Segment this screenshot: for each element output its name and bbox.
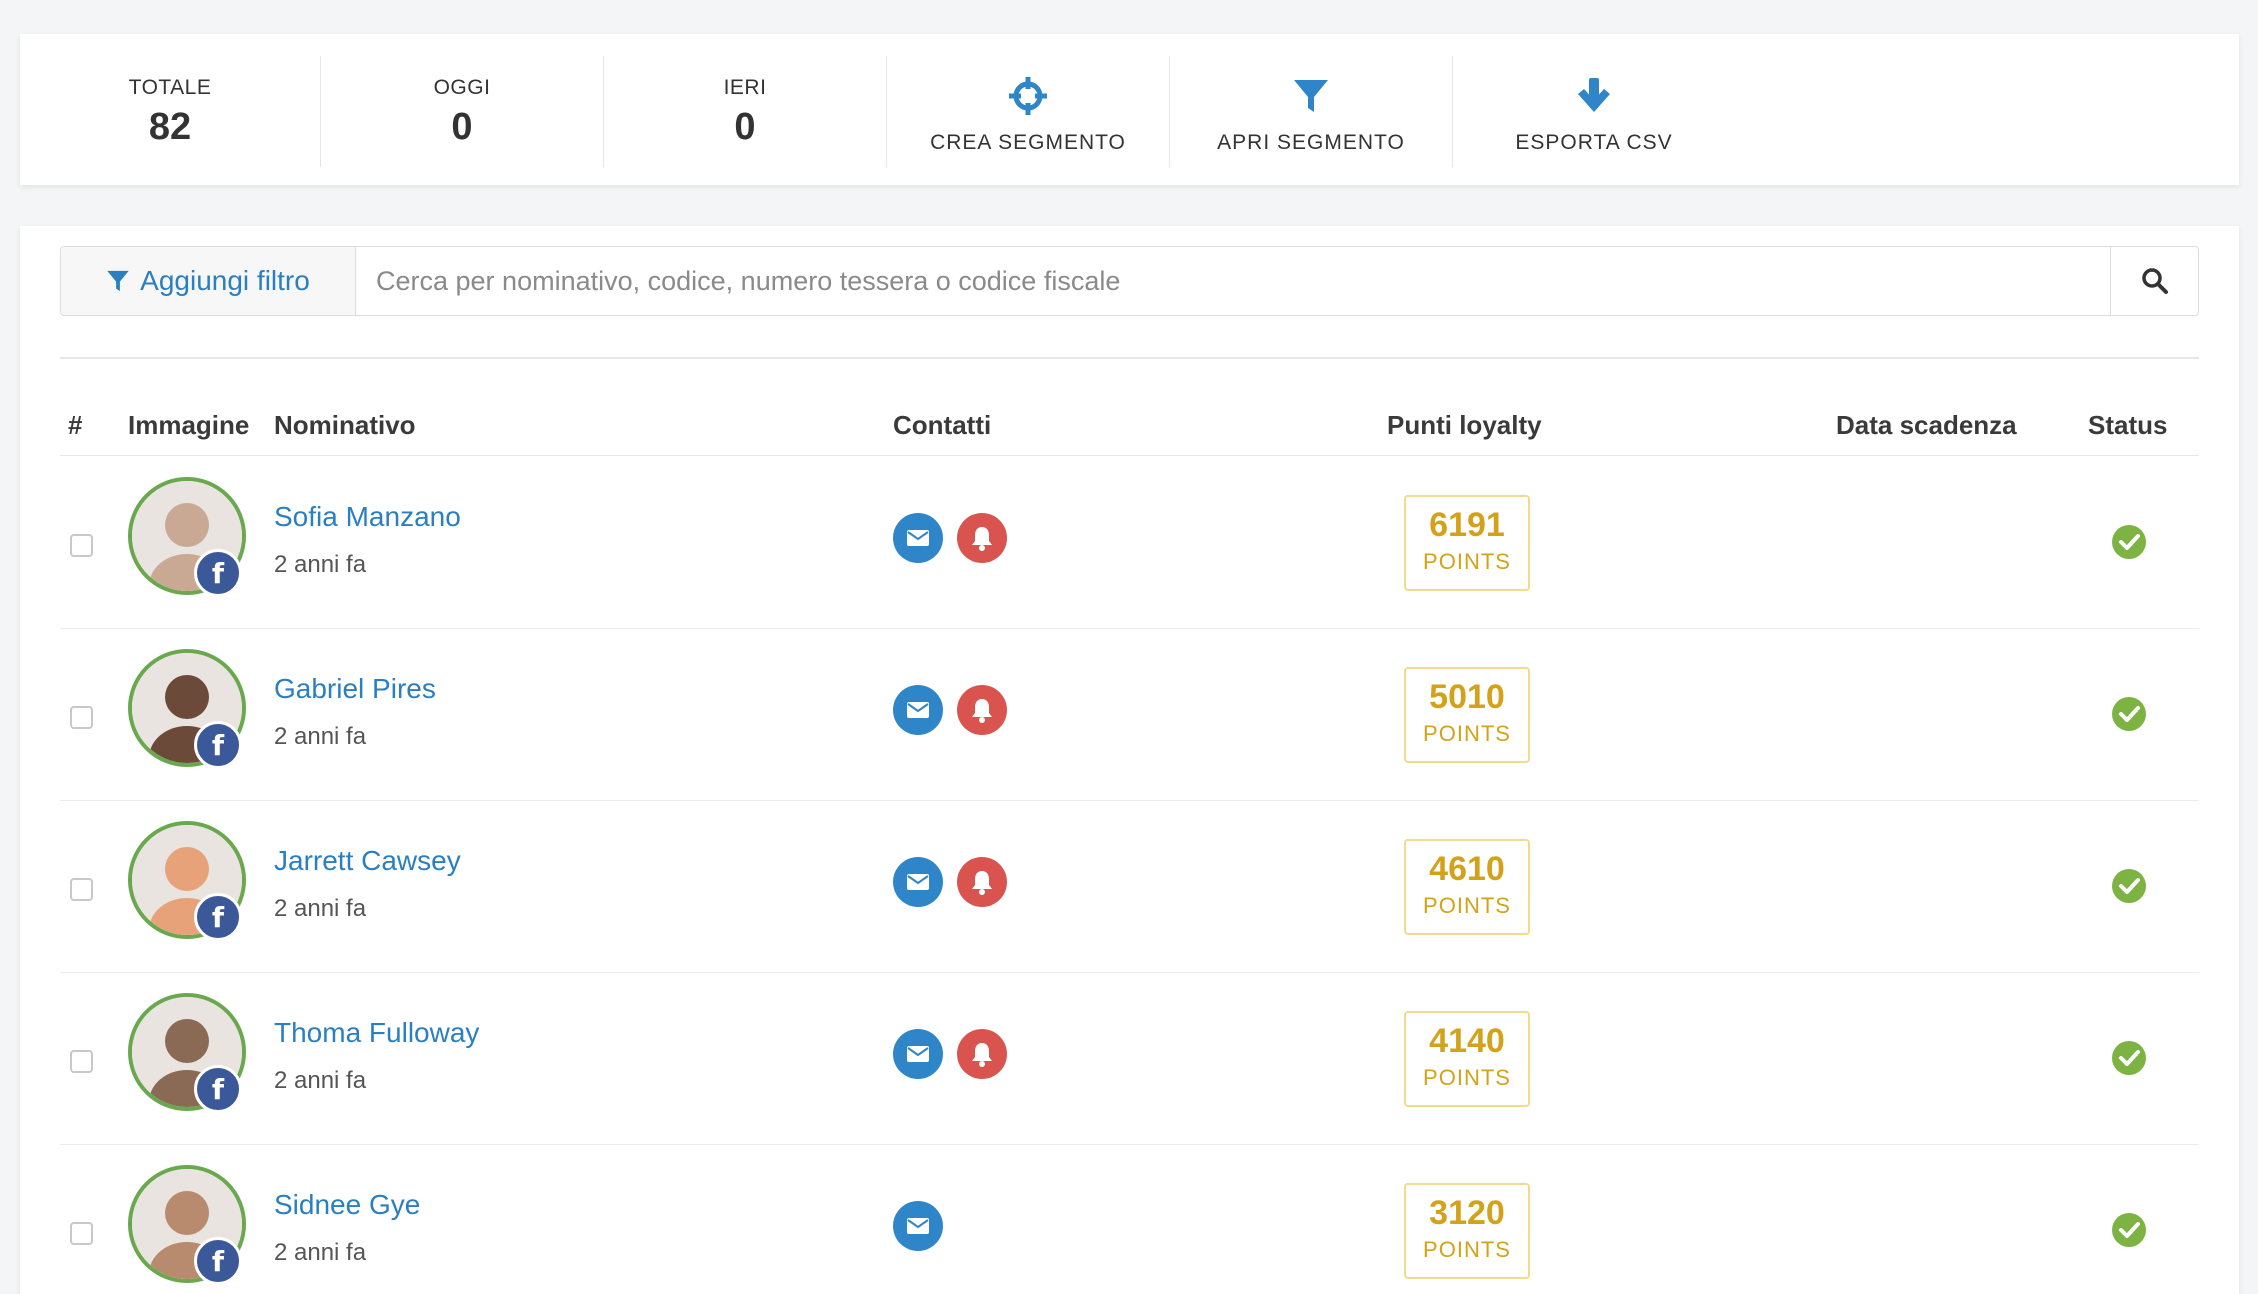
points-label: POINTS: [1423, 893, 1511, 918]
points-badge: 3120 POINTS: [1404, 1183, 1530, 1279]
table-row: f Thoma Fulloway 2 anni fa 4140 POINTS: [60, 973, 2199, 1145]
search-button[interactable]: [2110, 247, 2198, 315]
points-badge: 4610 POINTS: [1404, 839, 1530, 935]
check-circle-icon: [2111, 696, 2147, 737]
facebook-icon: f: [194, 893, 242, 941]
points-label: POINTS: [1423, 721, 1511, 746]
points-value: 4610: [1429, 850, 1505, 888]
divider: [60, 357, 2199, 359]
check-circle-icon: [2111, 524, 2147, 565]
customer-name[interactable]: Sidnee Gye: [274, 1189, 420, 1221]
points-value: 4140: [1429, 1022, 1505, 1060]
table-row: f Jarrett Cawsey 2 anni fa 4610 POINTS: [60, 801, 2199, 973]
points-badge: 4140 POINTS: [1404, 1011, 1530, 1107]
customer-name[interactable]: Jarrett Cawsey: [274, 845, 461, 877]
points-label: POINTS: [1423, 1065, 1511, 1090]
check-circle-icon: [2111, 868, 2147, 909]
points-label: POINTS: [1423, 1237, 1511, 1262]
crosshair-icon: [1008, 73, 1048, 119]
facebook-icon: f: [194, 721, 242, 769]
points-value: 6191: [1429, 506, 1505, 544]
table-row: f Sidnee Gye 2 anni fa 3120 POINTS: [60, 1145, 2199, 1294]
customer-time: 2 anni fa: [274, 723, 367, 750]
bell-icon[interactable]: [957, 513, 1007, 563]
row-checkbox[interactable]: [70, 706, 93, 729]
check-circle-icon: [2111, 1212, 2147, 1253]
row-checkbox[interactable]: [70, 1050, 93, 1073]
customer-time: 2 anni fa: [274, 1067, 367, 1094]
add-filter-label: Aggiungi filtro: [140, 265, 310, 296]
row-checkbox[interactable]: [70, 878, 93, 901]
header-index: #: [68, 410, 83, 440]
stat-label: TOTALE: [128, 76, 212, 99]
search-input[interactable]: [356, 247, 2110, 315]
customer-name[interactable]: Sofia Manzano: [274, 501, 461, 533]
points-value: 5010: [1429, 678, 1505, 716]
customer-time: 2 anni fa: [274, 551, 367, 578]
customer-time: 2 anni fa: [274, 1239, 367, 1266]
mail-icon[interactable]: [893, 1029, 943, 1079]
points-badge: 5010 POINTS: [1404, 667, 1530, 763]
filter-icon: [107, 270, 129, 292]
action-label: ESPORTA CSV: [1515, 130, 1673, 154]
facebook-icon: f: [194, 549, 242, 597]
facebook-icon: f: [194, 1237, 242, 1285]
points-value: 3120: [1429, 1194, 1505, 1232]
header-expiry[interactable]: Data scadenza: [1836, 410, 2017, 441]
stat-today: OGGI 0: [321, 34, 603, 185]
search-bar: Aggiungi filtro: [60, 246, 2199, 316]
header-points[interactable]: Punti loyalty: [1387, 410, 1542, 441]
stat-value: 0: [734, 106, 756, 148]
row-checkbox[interactable]: [70, 1222, 93, 1245]
mail-icon[interactable]: [893, 1201, 943, 1251]
row-checkbox[interactable]: [70, 534, 93, 557]
create-segment-button[interactable]: CREA SEGMENTO: [887, 34, 1169, 185]
points-badge: 6191 POINTS: [1404, 495, 1530, 591]
stat-yesterday: IERI 0: [604, 34, 886, 185]
table-row: f Gabriel Pires 2 anni fa 5010 POINTS: [60, 629, 2199, 801]
stat-value: 82: [148, 106, 192, 148]
mail-icon[interactable]: [893, 513, 943, 563]
stat-label: IERI: [723, 76, 767, 99]
mail-icon[interactable]: [893, 685, 943, 735]
bell-icon[interactable]: [957, 857, 1007, 907]
table-row: f Sofia Manzano 2 anni fa 6191 POINTS: [60, 457, 2199, 629]
header-name[interactable]: Nominativo: [274, 410, 416, 441]
check-circle-icon: [2111, 1040, 2147, 1081]
header-image: Immagine: [128, 410, 250, 440]
add-filter-button[interactable]: Aggiungi filtro: [61, 247, 356, 315]
open-segment-button[interactable]: APRI SEGMENTO: [1170, 34, 1452, 185]
action-label: APRI SEGMENTO: [1217, 130, 1405, 154]
stat-value: 0: [451, 106, 473, 148]
filter-icon: [1292, 73, 1330, 119]
export-csv-button[interactable]: ESPORTA CSV: [1453, 34, 1735, 185]
table-header: # Immagine Nominativo Contatti Punti loy…: [60, 402, 2199, 456]
stats-bar: TOTALE 82 OGGI 0 IERI 0 CREA SEGMENTO AP…: [20, 34, 2239, 185]
action-label: CREA SEGMENTO: [930, 130, 1126, 154]
facebook-icon: f: [194, 1065, 242, 1113]
stat-label: OGGI: [433, 76, 491, 99]
points-label: POINTS: [1423, 549, 1511, 574]
header-status: Status: [2088, 410, 2168, 440]
customer-name[interactable]: Gabriel Pires: [274, 673, 436, 705]
header-contacts: Contatti: [893, 410, 992, 440]
mail-icon[interactable]: [893, 857, 943, 907]
bell-icon[interactable]: [957, 685, 1007, 735]
stat-total: TOTALE 82: [20, 34, 320, 185]
bell-icon[interactable]: [957, 1029, 1007, 1079]
customers-panel: Aggiungi filtro # Immagine Nominativo Co…: [20, 226, 2239, 1294]
customer-name[interactable]: Thoma Fulloway: [274, 1017, 479, 1049]
customer-time: 2 anni fa: [274, 895, 367, 922]
arrow-down-icon: [1574, 73, 1614, 119]
search-icon: [2141, 268, 2168, 294]
